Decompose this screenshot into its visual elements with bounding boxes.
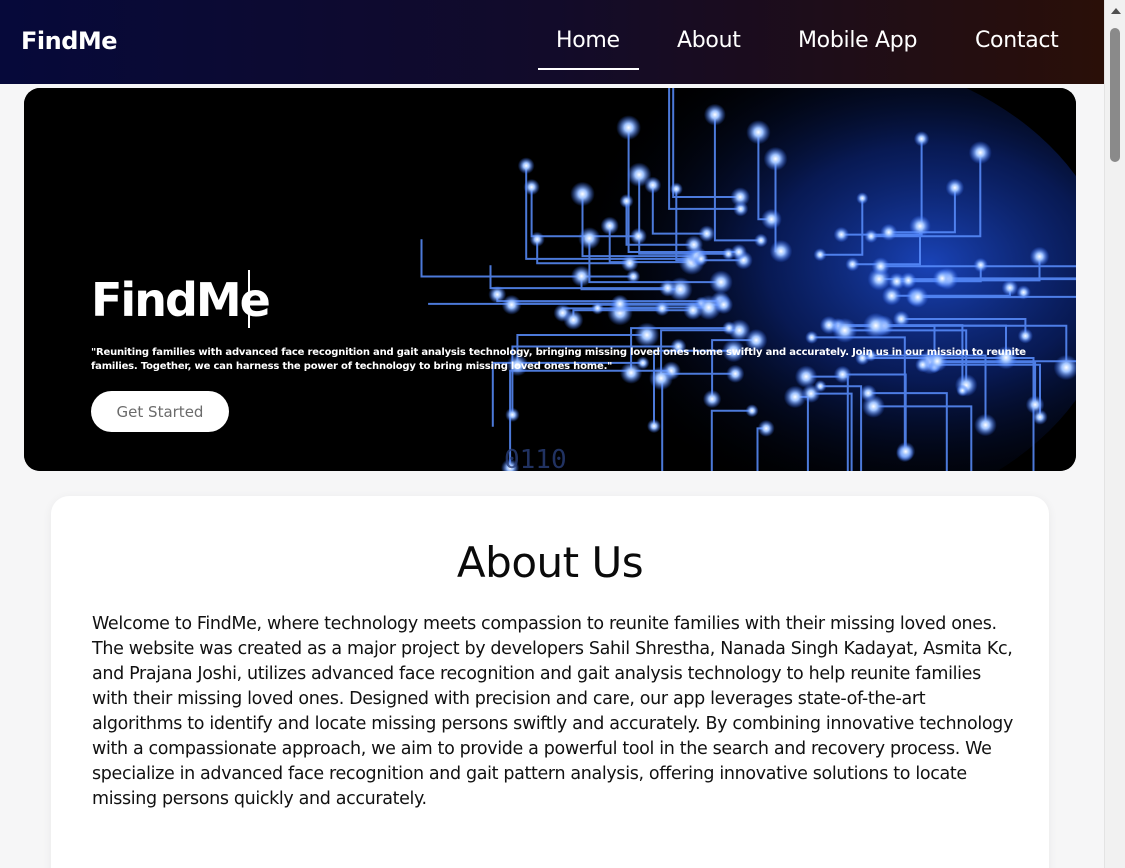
brand-logo[interactable]: FindMe (21, 27, 118, 55)
circuit-node (591, 301, 604, 315)
circuit-node (880, 223, 898, 241)
circuit-node (945, 178, 965, 197)
circuit-node (714, 295, 734, 315)
circuit-node (819, 315, 839, 335)
circuit-node (761, 208, 782, 230)
circuit-node (529, 231, 545, 247)
circuit-node (1001, 279, 1019, 297)
circuit-node (620, 254, 639, 272)
circuit-node (805, 330, 819, 344)
circuit-node (523, 178, 540, 196)
circuit-node (833, 226, 850, 243)
hero-title: FindMe (91, 273, 271, 327)
circuit-node (634, 322, 660, 348)
circuit-node (501, 294, 522, 315)
circuit-node (1017, 328, 1033, 344)
circuit-node (505, 407, 520, 422)
circuit-node (913, 131, 930, 147)
hero-banner: 0110 FindMe "Reuniting families with adv… (24, 88, 1076, 471)
circuit-node (956, 384, 969, 397)
scroll-thumb[interactable] (1110, 28, 1120, 162)
circuit-node (932, 268, 952, 288)
circuit-node (610, 294, 630, 314)
circuit-node (669, 182, 683, 196)
circuit-node (892, 310, 910, 328)
circuit-node (709, 270, 733, 294)
circuit-node (746, 120, 771, 145)
circuit-node (703, 103, 726, 126)
circuit-node (616, 115, 641, 140)
page: FindMe Home About Mobile App Contact 011… (0, 0, 1104, 868)
nav-about[interactable]: About (677, 28, 741, 53)
circuit-node (1029, 246, 1050, 267)
about-body: Welcome to FindMe, where technology meet… (92, 614, 1013, 809)
circuit-node (578, 227, 601, 250)
circuit-node (619, 194, 634, 209)
circuit-node (683, 300, 703, 320)
circuit-node (627, 162, 652, 187)
scroll-up-arrow-icon[interactable] (1111, 8, 1121, 14)
about-section: About Us Welcome to FindMe, where techno… (51, 496, 1049, 868)
circuit-node (570, 181, 595, 207)
circuit-node (754, 233, 768, 248)
get-started-button[interactable]: Get Started (91, 391, 229, 432)
circuit-node (630, 227, 647, 245)
circuit-node (1032, 409, 1048, 425)
circuit-node (801, 384, 821, 403)
circuit-node (570, 265, 593, 287)
binary-text: 0110 (504, 445, 567, 471)
about-title: About Us (456, 538, 644, 587)
circuit-node (647, 419, 661, 434)
hero-description: "Reuniting families with advanced face r… (91, 347, 1026, 372)
navbar: FindMe Home About Mobile App Contact (0, 0, 1104, 84)
circuit-node (517, 157, 535, 175)
vertical-scrollbar[interactable] (1104, 0, 1125, 868)
circuit-node (1016, 285, 1031, 300)
circuit-node (862, 394, 885, 418)
circuit-node (702, 389, 722, 409)
nav-active-indicator (538, 68, 639, 70)
circuit-node (968, 141, 992, 165)
circuit-node (730, 187, 750, 207)
nav-mobile-app[interactable]: Mobile App (798, 28, 917, 53)
circuit-node (654, 300, 670, 317)
circuit-node (722, 321, 736, 335)
circuit-node (863, 312, 889, 339)
circuit-node (973, 257, 988, 273)
circuit-node (693, 251, 709, 267)
circuit-node (745, 404, 759, 418)
text-caret (248, 270, 250, 328)
circuit-node (909, 215, 931, 237)
nav-home[interactable]: Home (556, 28, 620, 53)
circuit-node (871, 257, 890, 276)
circuit-node (684, 235, 704, 254)
circuit-node (856, 192, 869, 205)
circuit-node (900, 272, 917, 289)
circuit-node (659, 279, 677, 297)
circuit-node (864, 229, 878, 244)
circuit-trace (428, 302, 620, 305)
nav-contact[interactable]: Contact (975, 28, 1059, 53)
circuit-node (974, 413, 997, 437)
circuit-node (600, 216, 619, 235)
circuit-node (563, 309, 584, 330)
circuit-node (769, 239, 793, 263)
circuit-node (730, 243, 748, 261)
circuit-node (813, 248, 827, 262)
circuit-node (896, 441, 916, 462)
circuit-node (907, 286, 929, 308)
circuit-node (757, 419, 775, 437)
circuit-node (763, 146, 788, 171)
circuit-node (845, 257, 860, 272)
